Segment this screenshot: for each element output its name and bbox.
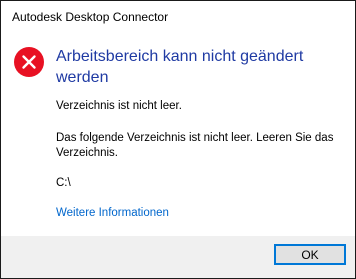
message-summary: Verzeichnis ist nicht leer. bbox=[56, 100, 182, 112]
title-bar[interactable]: Autodesk Desktop Connector bbox=[1, 1, 355, 31]
window-title: Autodesk Desktop Connector bbox=[12, 10, 169, 24]
dialog-footer: OK bbox=[1, 236, 355, 278]
ok-button[interactable]: OK bbox=[274, 244, 346, 265]
message-detail: Das folgende Verzeichnis ist nicht leer.… bbox=[56, 132, 334, 159]
error-icon bbox=[14, 47, 44, 77]
more-info-link[interactable]: Weitere Informationen bbox=[56, 207, 169, 219]
dialog-window: Autodesk Desktop Connector Arbeitsbereic… bbox=[0, 0, 356, 279]
dialog-heading: Arbeitsbereich kann nicht geändert werde… bbox=[56, 48, 304, 86]
directory-path: C:\ bbox=[56, 177, 71, 189]
